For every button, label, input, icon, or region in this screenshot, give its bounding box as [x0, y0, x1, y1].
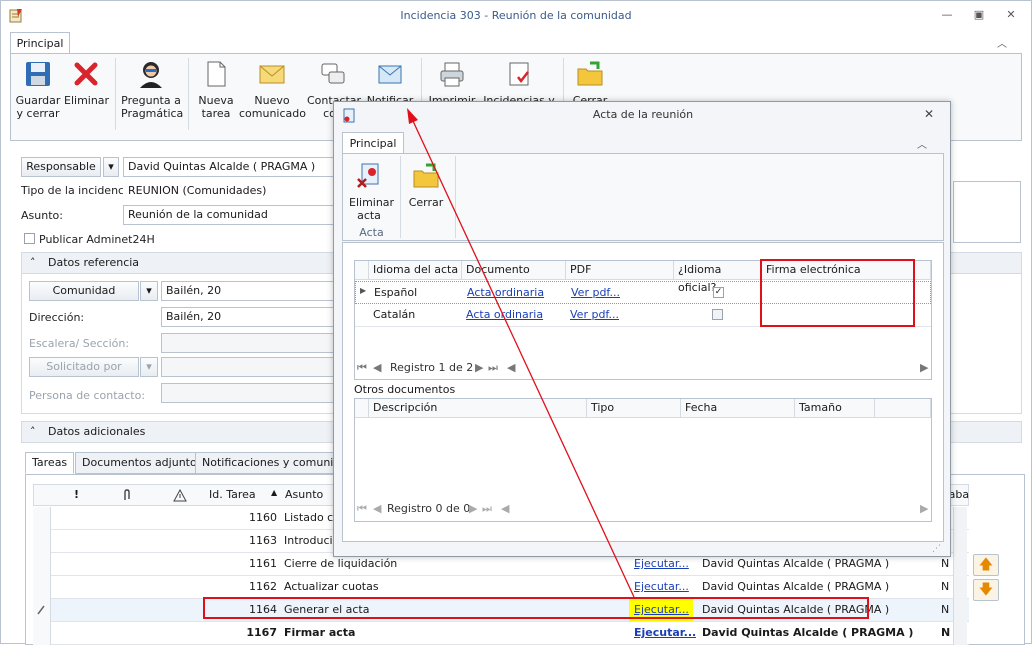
- annotation-arrow: [407, 108, 635, 598]
